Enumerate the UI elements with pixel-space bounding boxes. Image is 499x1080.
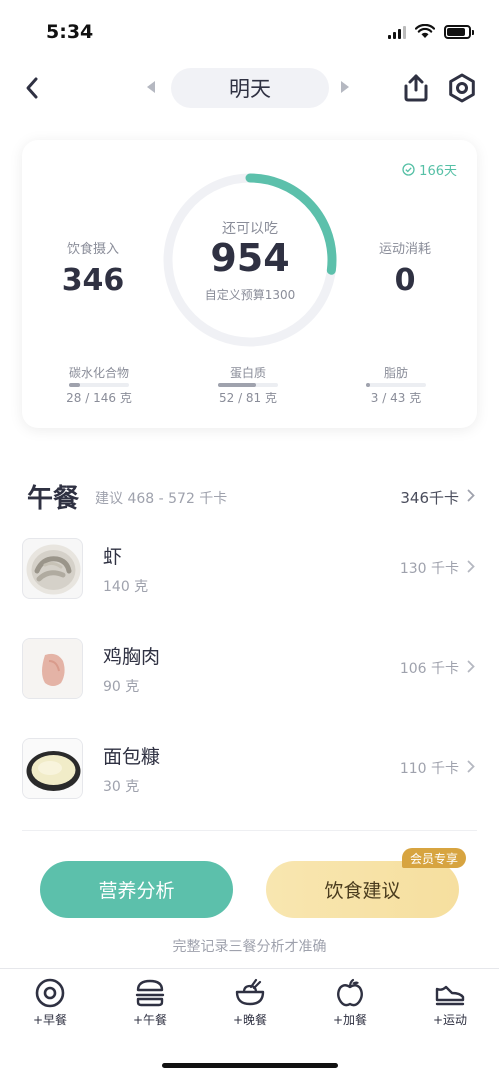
- meal-total: 346千卡: [400, 489, 459, 507]
- remaining-value: 954: [210, 236, 290, 280]
- meal-title: 午餐: [27, 484, 80, 514]
- nutrition-analysis-button[interactable]: 营养分析: [40, 861, 233, 918]
- calorie-summary-card[interactable]: 166天 饮食摄入 346 还可以吃 954 自定义预算1300 运动消耗 0 …: [22, 140, 477, 428]
- food-item[interactable]: 鸡胸肉 90 克 106 千卡: [0, 638, 499, 718]
- macro-fat-bar: [366, 383, 426, 387]
- egg-icon: [35, 978, 65, 1008]
- macro-protein: 蛋白质 52 / 81 克: [198, 364, 298, 406]
- tab-label: +运动: [432, 1013, 468, 1027]
- food-amount: 30 克: [103, 779, 140, 795]
- burn-value: 0: [394, 263, 416, 298]
- chevron-left-icon: [26, 77, 38, 99]
- remaining-stat: 还可以吃 954 自定义预算1300: [160, 170, 340, 350]
- food-item[interactable]: 面包糠 30 克 110 千卡: [0, 738, 499, 818]
- tab-label: +午餐: [132, 1013, 168, 1027]
- tab-label: +早餐: [32, 1013, 68, 1027]
- intake-label: 饮食摄入: [66, 242, 119, 257]
- food-name: 面包糠: [103, 746, 161, 768]
- food-amount: 90 克: [103, 679, 140, 695]
- food-name: 虾: [103, 546, 123, 568]
- burger-icon: [135, 979, 165, 1007]
- tab-label: +加餐: [332, 1013, 368, 1027]
- food-kcal: 106 千卡: [399, 661, 459, 677]
- status-icons: [388, 24, 474, 39]
- burn-stat: 运动消耗 0: [345, 238, 465, 298]
- streak-badge: 166天: [402, 160, 457, 179]
- analysis-hint: 完整记录三餐分析才准确: [172, 939, 327, 955]
- macro-protein-bar: [218, 383, 278, 387]
- macro-fat-value: 3 / 43 克: [370, 391, 422, 405]
- tab-add-dinner[interactable]: +晚餐: [220, 977, 280, 1028]
- meal-suggest: 建议 468 - 572 千卡: [95, 491, 228, 507]
- macro-fat-label: 脂肪: [383, 366, 408, 380]
- intake-value: 346: [61, 263, 125, 298]
- tab-add-snack[interactable]: +加餐: [320, 977, 380, 1028]
- wifi-icon: [415, 24, 435, 38]
- food-amount: 140 克: [103, 579, 149, 595]
- chicken-breast-photo: [22, 638, 83, 699]
- macro-carbs: 碳水化合物 28 / 146 克: [49, 364, 149, 406]
- bowl-icon: [235, 978, 265, 1006]
- meal-header[interactable]: 午餐 建议 468 - 572 千卡 346千卡: [0, 476, 499, 516]
- food-item[interactable]: 虾 140 克 130 千卡: [0, 538, 499, 618]
- intake-stat: 饮食摄入 346: [33, 238, 153, 298]
- signal-icon: [388, 25, 406, 39]
- budget-text: 自定义预算1300: [204, 288, 296, 302]
- prev-day-arrow-icon[interactable]: [146, 80, 156, 94]
- remaining-label: 还可以吃: [222, 221, 278, 237]
- day-selector[interactable]: 明天: [171, 68, 329, 108]
- chevron-right-icon: [467, 760, 475, 773]
- next-day-arrow-icon[interactable]: [340, 80, 350, 94]
- shoe-icon: [435, 985, 465, 1006]
- burn-label: 运动消耗: [378, 242, 431, 257]
- chevron-right-icon: [467, 489, 475, 502]
- home-indicator: [162, 1063, 338, 1068]
- breadcrumbs-photo: [22, 738, 83, 799]
- status-time: 5:34: [46, 21, 94, 43]
- food-kcal: 130 千卡: [399, 561, 459, 577]
- food-name: 鸡胸肉: [103, 646, 161, 668]
- status-bar: 5:34: [0, 0, 499, 62]
- chevron-right-icon: [467, 560, 475, 573]
- macro-protein-label: 蛋白质: [229, 366, 266, 380]
- tab-add-lunch[interactable]: +午餐: [120, 977, 180, 1028]
- shrimp-photo: [22, 538, 83, 599]
- vip-badge: 会员专享: [402, 848, 467, 868]
- macro-carbs-value: 28 / 146 克: [66, 391, 132, 405]
- tab-add-exercise[interactable]: +运动: [420, 977, 480, 1028]
- battery-icon: [444, 24, 474, 39]
- settings-icon[interactable]: [446, 72, 478, 104]
- macro-carbs-bar: [69, 383, 129, 387]
- food-kcal: 110 千卡: [399, 761, 459, 777]
- chevron-right-icon: [467, 660, 475, 673]
- streak-days: 166天: [419, 164, 457, 179]
- diet-advice-button[interactable]: 饮食建议: [266, 861, 459, 918]
- check-circle-icon: [402, 163, 415, 176]
- back-button[interactable]: [18, 74, 46, 102]
- macro-protein-value: 52 / 81 克: [218, 391, 278, 405]
- apple-icon: [337, 978, 363, 1007]
- share-icon[interactable]: [400, 72, 432, 104]
- top-nav: 明天: [0, 62, 499, 114]
- tab-add-breakfast[interactable]: +早餐: [20, 977, 80, 1028]
- macro-fat: 脂肪 3 / 43 克: [346, 364, 446, 406]
- macro-carbs-label: 碳水化合物: [68, 366, 129, 380]
- tab-label: +晚餐: [232, 1013, 268, 1027]
- divider: [22, 830, 477, 831]
